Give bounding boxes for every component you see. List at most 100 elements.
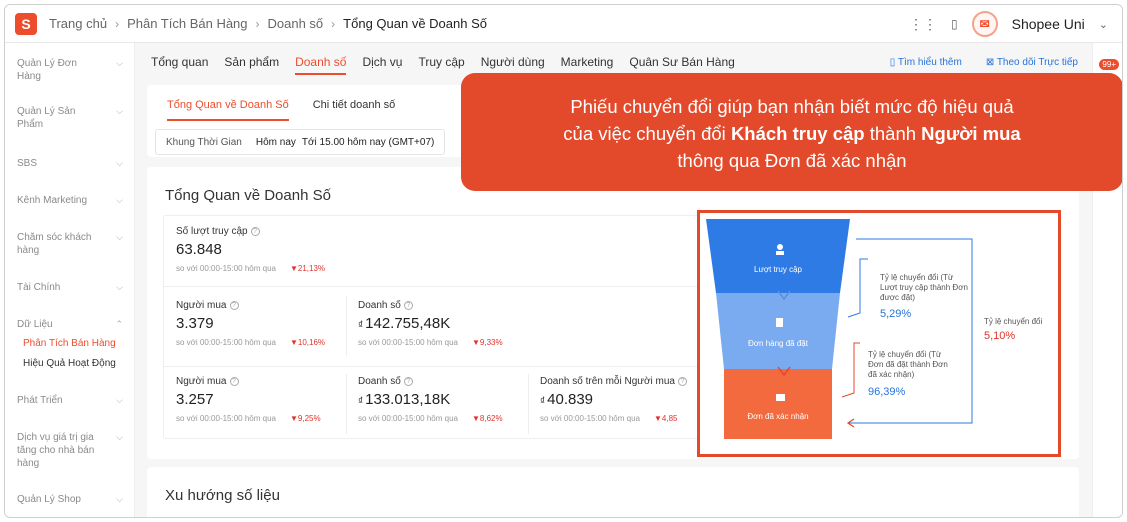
learn-more-link[interactable]: ▯ Tìm hiểu thêm (890, 57, 962, 68)
metric-change-value: 10,16% (297, 338, 326, 347)
time-filter[interactable]: Khung Thời Gian Hôm nay Tới 15.00 hôm na… (155, 129, 446, 155)
tab-products[interactable]: Sản phẩm (224, 55, 279, 75)
sidebar-item-shop[interactable]: Quản Lý Shop ⌵ (17, 493, 123, 506)
breadcrumb-home[interactable]: Trang chủ (49, 16, 107, 31)
rate2-value: 96,39% (868, 386, 906, 398)
tab-sales[interactable]: Doanh số (295, 55, 347, 75)
tab-traffic[interactable]: Truy cập (418, 55, 464, 75)
metric-value-text: 133.013,18K (365, 391, 451, 408)
metric-label-text: Người mua (176, 376, 227, 387)
sidebar-item-data[interactable]: Dữ Liệu ⌃ (17, 318, 123, 331)
funnel-stage-orders-confirmed[interactable] (724, 369, 832, 439)
wallet-icon (776, 394, 785, 401)
chevron-right-icon: › (115, 16, 120, 31)
tab-sales-advisor[interactable]: Quân Sư Bán Hàng (629, 55, 734, 75)
sidebar-item-products[interactable]: Quản Lý Sản Phẩm ⌵ (17, 105, 123, 131)
metric-value: 3.257 (176, 391, 214, 408)
chevron-down-icon: ⌵ (116, 195, 123, 205)
metric-label-text: Số lượt truy cập (176, 226, 248, 237)
funnel-stage-label: Lượt truy cập (754, 265, 802, 274)
arrow-rate2 (841, 342, 860, 398)
info-icon[interactable]: ? (250, 226, 260, 236)
tab-marketing[interactable]: Marketing (561, 55, 614, 75)
metric-value: 3.379 (176, 315, 214, 332)
main-tabs: Tổng quan Sản phẩm Doanh số Dịch vụ Truy… (151, 55, 735, 75)
chevron-down-icon: ⌵ (116, 395, 123, 405)
sidebar-item-label: Dữ Liệu (17, 319, 53, 330)
book-icon: ▯ (889, 57, 898, 68)
clipboard-icon (776, 318, 783, 327)
user-icon (777, 244, 783, 250)
info-icon[interactable]: ? (229, 376, 239, 386)
conversion-funnel: Lượt truy cập Đơn hàng đã đặt Đơn đã xác… (697, 210, 1061, 457)
tab-services[interactable]: Dịch vụ (362, 55, 402, 75)
sidebar-item-marketing[interactable]: Kênh Marketing ⌵ (17, 194, 123, 207)
divider (164, 286, 722, 287)
chevron-down-icon: ⌵ (116, 106, 123, 116)
apps-grid-icon[interactable]: ⋮⋮ (909, 16, 937, 33)
sidebar-item-orders[interactable]: Quản Lý Đơn Hàng ⌵ (17, 57, 123, 83)
sidebar-item-label: Phát Triển (17, 395, 63, 406)
sidebar-subitem-performance[interactable]: Hiệu Quả Hoạt Động (23, 358, 116, 369)
total-rate-value: 5,10% (984, 330, 1016, 342)
sidebar-item-label: SBS (17, 158, 38, 169)
sidebar-item-growth[interactable]: Phát Triển ⌵ (17, 394, 123, 407)
sidebar-item-customer-care[interactable]: Chăm sóc khách hàng ⌵ (17, 231, 123, 257)
chevron-down-icon: ⌵ (116, 432, 123, 442)
metric-buyers: Người mua? 3.257 so với 00:00-15:00 hôm … (176, 376, 321, 423)
tab-users[interactable]: Người dùng (481, 55, 545, 75)
info-icon[interactable]: ? (403, 300, 413, 310)
sidebar-subitem-sales-analysis[interactable]: Phân Tích Bán Hàng (23, 338, 116, 349)
user-icon (776, 251, 784, 255)
sidebar-item-label: Kênh Marketing (17, 195, 88, 206)
shopee-logo-icon[interactable]: S (15, 12, 37, 35)
live-track-link[interactable]: ⊠ Theo dõi Trực tiếp (986, 57, 1078, 68)
notification-badge[interactable]: 99+ (1099, 59, 1119, 70)
avatar[interactable]: ✉ (971, 11, 998, 37)
sidebar-item-value-added[interactable]: Dịch vụ giá trị gia tăng cho nhà bán hàn… (17, 431, 123, 470)
metric-change: ▼9,33% (471, 338, 503, 347)
info-icon[interactable]: ? (403, 376, 413, 386)
metric-compare: so với 00:00-15:00 hôm qua ▼9,33% (358, 338, 503, 347)
metric-change: ▼8,62% (471, 414, 503, 423)
breadcrumb-sales-analysis[interactable]: Phân Tích Bán Hàng (127, 16, 247, 31)
sidebar-item-label: Quản Lý Sản Phẩm (17, 106, 76, 130)
tab-sales-detail[interactable]: Chi tiết doanh số (313, 93, 396, 121)
tab-sales-overview[interactable]: Tổng Quan về Doanh Số (167, 93, 289, 121)
time-filter-value: Hôm nay (255, 136, 296, 148)
breadcrumb-current: Tổng Quan về Doanh Số (343, 16, 487, 31)
info-icon[interactable]: ? (229, 300, 239, 310)
breadcrumb-revenue[interactable]: Doanh số (268, 16, 324, 31)
sidebar-item-label: Tài Chính (17, 282, 61, 293)
callout-text: thành (864, 123, 922, 144)
tab-overview[interactable]: Tổng quan (151, 55, 208, 75)
book-icon[interactable]: ▯ (951, 17, 958, 31)
chevron-down-icon[interactable]: ⌄ (1099, 18, 1108, 31)
funnel-stage-orders-placed[interactable] (716, 293, 840, 369)
chart-icon: ⊠ (985, 57, 997, 68)
callout-line-3: thông qua Đơn đã xác nhận (677, 150, 907, 171)
chevron-right-icon: › (255, 16, 260, 31)
shop-name[interactable]: Shopee Uni (1012, 16, 1085, 32)
sidebar-item-finance[interactable]: Tài Chính ⌵ (17, 281, 123, 294)
metric-sales-per-buyer: Doanh số trên mỗi Người mua? ₫ 40.839 so … (540, 376, 687, 423)
info-icon[interactable]: ? (677, 376, 687, 386)
sidebar: Quản Lý Đơn Hàng ⌵ Quản Lý Sản Phẩm ⌵ SBS ⌵… (5, 43, 135, 517)
arrow-total (848, 238, 973, 424)
chevron-right-icon: › (331, 16, 336, 31)
metric-compare-text: so với 00:00-15:00 hôm qua (358, 338, 458, 347)
divider (346, 296, 347, 356)
funnel-stage-visits[interactable] (706, 219, 850, 293)
learn-more-label: Tìm hiểu thêm (897, 57, 962, 68)
rate1-value: 5,29% (880, 308, 912, 320)
metric-change-value: 9,33% (479, 338, 503, 347)
breadcrumb: Trang chủ › Phân Tích Bán Hàng › Doanh s… (49, 16, 487, 31)
metric-label: Người mua? (176, 376, 321, 387)
currency-symbol: ₫ (358, 396, 364, 407)
metrics-panel: Số lượt truy cập? 63.848 so với 00:00-15… (163, 215, 723, 439)
metric-compare: so với 00:00-15:00 hôm qua ▼10,16% (176, 338, 325, 347)
sidebar-item-sbs[interactable]: SBS ⌵ (17, 157, 123, 170)
divider (528, 374, 529, 434)
metric-label: Số lượt truy cập? (176, 226, 325, 237)
top-right-controls: ⋮⋮ ▯ ✉ Shopee Uni ⌄ (909, 5, 1108, 43)
